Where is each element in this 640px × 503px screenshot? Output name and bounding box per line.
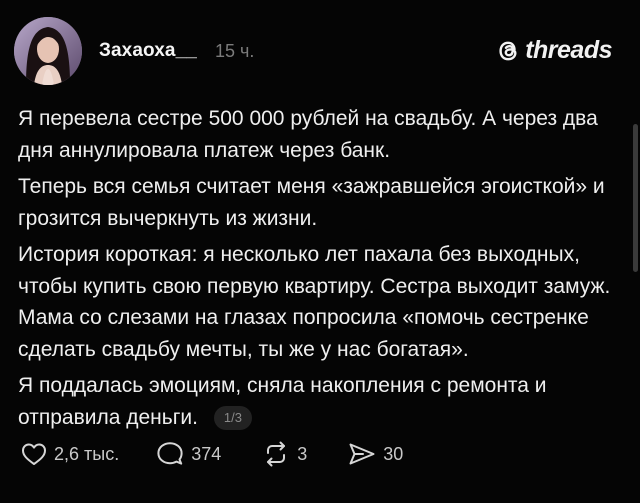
post-paragraph-4: Я поддалась эмоциям, сняла накопления с …: [18, 370, 620, 433]
threads-post: Захаоха__ 15 ч. threads Я перевела сестр…: [0, 0, 640, 503]
post-paragraph-4-text: Я поддалась эмоциям, сняла накопления с …: [18, 374, 547, 429]
repost-count: 3: [297, 443, 308, 464]
repost-icon: [267, 441, 286, 467]
heart-icon: [22, 443, 46, 465]
post-timestamp: 15 ч.: [215, 41, 255, 61]
post-paragraph-3: История короткая: я несколько лет пахала…: [18, 243, 611, 361]
like-button[interactable]: 2,6 тыс.: [20, 440, 119, 468]
post-paragraph-1: Я перевела сестре 500 000 рублей на свад…: [18, 107, 598, 162]
page-indicator[interactable]: 1/3: [213, 405, 252, 430]
avatar[interactable]: [14, 17, 82, 85]
comment-icon: [157, 442, 183, 465]
post-body: Я перевела сестре 500 000 рублей на свад…: [18, 103, 620, 438]
scrollbar[interactable]: [633, 124, 638, 272]
like-count: 2,6 тыс.: [54, 443, 120, 464]
username[interactable]: Захаоха__: [99, 40, 197, 62]
threads-logo-icon: [499, 41, 517, 60]
repost-button[interactable]: 3: [261, 440, 307, 468]
reply-button[interactable]: 374: [155, 440, 221, 468]
reply-count: 374: [191, 443, 222, 464]
share-icon: [349, 443, 375, 465]
post-actions: 2,6 тыс. 374 3 30: [20, 440, 403, 468]
avatar-image: [14, 17, 82, 85]
share-button[interactable]: 30: [347, 440, 403, 468]
threads-brand: threads: [495, 36, 612, 65]
share-count: 30: [383, 443, 404, 464]
threads-wordmark: threads: [525, 36, 612, 64]
post-paragraph-2: Теперь вся семья считает меня «зажравшей…: [18, 175, 605, 230]
